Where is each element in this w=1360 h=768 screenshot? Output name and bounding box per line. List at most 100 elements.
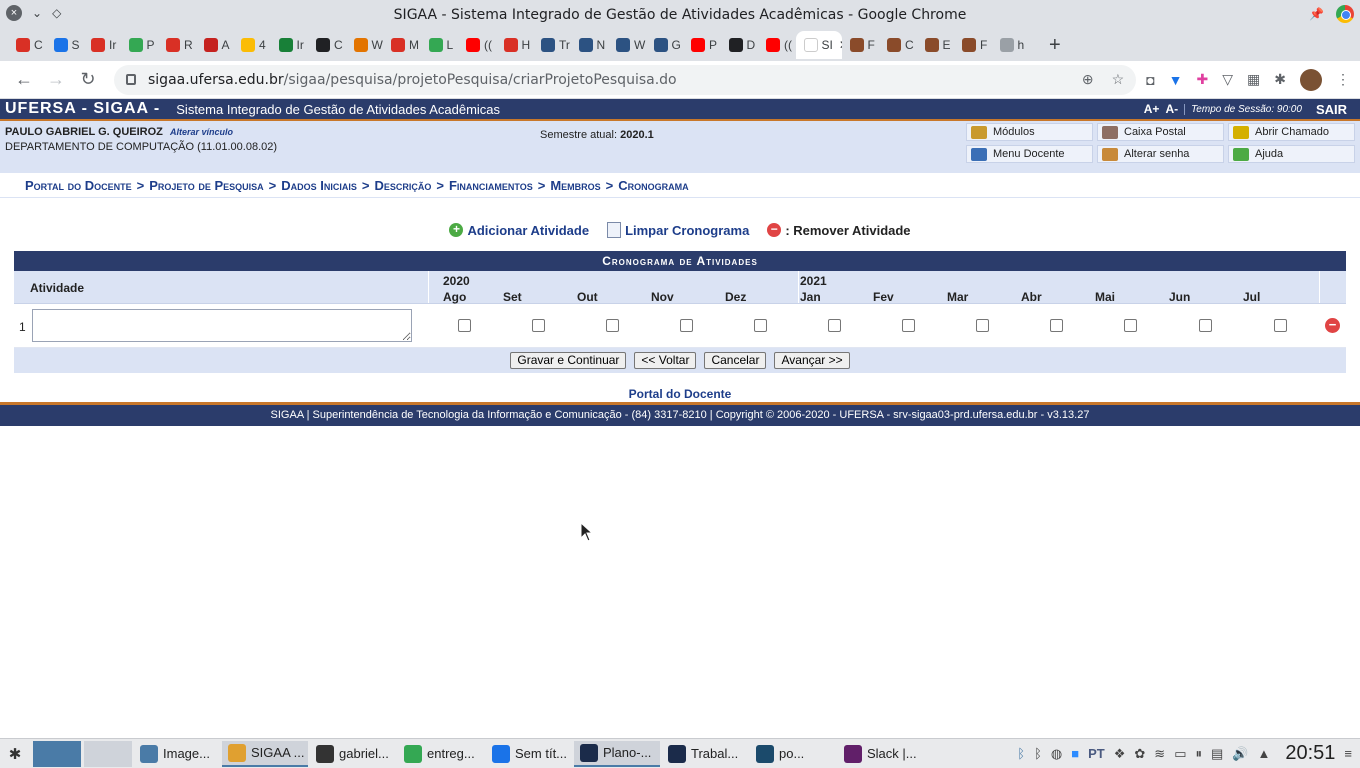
browser-tab[interactable]: W	[608, 31, 646, 59]
clock[interactable]: 20:51	[1285, 742, 1335, 765]
breadcrumb-item[interactable]: Projeto de Pesquisa	[149, 178, 263, 193]
month-checkbox[interactable]	[1050, 319, 1063, 332]
new-tab-icon[interactable]: +	[1049, 34, 1061, 57]
browser-tab[interactable]: Ir	[83, 31, 121, 59]
bluetooth-secondary-icon[interactable]: ᛒ	[1034, 746, 1042, 761]
taskbar-task[interactable]: Sem tít...	[486, 741, 572, 767]
browser-tab[interactable]: Tr	[533, 31, 571, 59]
back-button[interactable]: << Voltar	[634, 352, 697, 369]
browser-tab[interactable]: R	[158, 31, 196, 59]
browser-tab[interactable]: H	[496, 31, 534, 59]
taskbar-task[interactable]: Trabal...	[662, 741, 748, 767]
taskbar-task[interactable]: Plano-...	[574, 740, 660, 767]
browser-tab[interactable]: P	[121, 31, 159, 59]
forward-arrow-icon[interactable]: →	[42, 69, 70, 90]
add-activity-button[interactable]: + Adicionar Atividade	[449, 222, 589, 238]
browser-tab[interactable]: C	[8, 31, 46, 59]
month-checkbox[interactable]	[458, 319, 471, 332]
extension-blue-icon[interactable]: ▼	[1169, 72, 1183, 88]
browser-tab[interactable]: C	[879, 31, 917, 59]
update-icon[interactable]: ◍	[1051, 746, 1062, 762]
browser-tab[interactable]: F	[842, 31, 880, 59]
extensions-puzzle-icon[interactable]: ✱	[1274, 71, 1286, 88]
taskbar-task[interactable]: po...	[750, 741, 836, 767]
chrome-menu-icon[interactable]: ⋮	[1336, 71, 1350, 88]
month-checkbox[interactable]	[902, 319, 915, 332]
month-checkbox[interactable]	[1274, 319, 1287, 332]
media-pause-icon[interactable]: ⏸	[1195, 746, 1202, 762]
browser-tab[interactable]: L	[421, 31, 459, 59]
shortcut-user-key[interactable]: Alterar senha	[1097, 145, 1224, 163]
browser-tab[interactable]: ((	[758, 31, 796, 59]
month-checkbox[interactable]	[1124, 319, 1137, 332]
month-checkbox[interactable]	[606, 319, 619, 332]
month-checkbox[interactable]	[532, 319, 545, 332]
breadcrumb-item[interactable]: Financiamentos	[449, 178, 533, 193]
browser-tab[interactable]: Ir	[271, 31, 309, 59]
month-checkbox[interactable]	[976, 319, 989, 332]
clipboard-icon[interactable]: ▤	[1211, 746, 1223, 762]
settings-icon[interactable]: ✿	[1134, 746, 1145, 762]
address-bar[interactable]: sigaa.ufersa.edu.br/sigaa/pesquisa/proje…	[114, 64, 1137, 95]
browser-tab[interactable]: M	[383, 31, 421, 59]
zoom-app-icon[interactable]: ■	[1071, 746, 1079, 761]
browser-tab[interactable]: P	[683, 31, 721, 59]
taskbar-task[interactable]: gabriel...	[310, 741, 396, 767]
extension-v-icon[interactable]: ▽	[1222, 71, 1233, 88]
extension-pink-icon[interactable]: ✚	[1197, 71, 1209, 88]
logout-button[interactable]: SAIR	[1316, 102, 1347, 117]
browser-tab[interactable]: E	[917, 31, 955, 59]
browser-tab[interactable]: A	[196, 31, 234, 59]
shortcut-ticket[interactable]: Abrir Chamado	[1228, 123, 1355, 141]
url-text[interactable]: sigaa.ufersa.edu.br/sigaa/pesquisa/proje…	[148, 72, 677, 88]
back-arrow-icon[interactable]: ←	[10, 69, 38, 90]
bookmark-star-icon[interactable]: ☆	[1112, 71, 1125, 88]
clear-schedule-button[interactable]: Limpar Cronograma	[607, 222, 749, 238]
browser-tab[interactable]: F	[954, 31, 992, 59]
zoom-icon[interactable]: ⊕	[1082, 71, 1094, 88]
reload-icon[interactable]: ↻	[74, 69, 102, 90]
apps-grid-icon[interactable]: ▦	[1247, 71, 1260, 88]
remove-row-icon[interactable]: −	[1325, 318, 1340, 333]
portal-docente-link[interactable]: Portal do Docente	[0, 387, 1360, 401]
shortcut-mailbox[interactable]: Caixa Postal	[1097, 123, 1224, 141]
change-link-link[interactable]: Alterar vínculo	[170, 127, 233, 137]
pin-icon[interactable]: 📌	[1309, 7, 1324, 21]
pocket-icon[interactable]: ◘	[1146, 72, 1154, 88]
font-decrease-button[interactable]: A-	[1165, 102, 1178, 116]
dropbox-icon[interactable]: ❖	[1114, 746, 1126, 762]
shortcut-menu[interactable]: Menu Docente	[966, 145, 1093, 163]
shortcut-modules[interactable]: Módulos	[966, 123, 1093, 141]
volume-icon[interactable]: 🔊	[1232, 746, 1248, 762]
wifi-icon[interactable]: ≋	[1154, 746, 1165, 762]
browser-tab[interactable]: S	[46, 31, 84, 59]
tray-expand-icon[interactable]: ▲	[1257, 746, 1270, 761]
taskbar-task[interactable]: Image...	[134, 741, 220, 767]
desktop-pager-2[interactable]	[84, 740, 132, 767]
browser-tab[interactable]: C	[308, 31, 346, 59]
breadcrumb-item[interactable]: Portal do Docente	[25, 178, 132, 193]
save-continue-button[interactable]: Gravar e Continuar	[510, 352, 627, 369]
month-checkbox[interactable]	[754, 319, 767, 332]
lock-icon[interactable]	[126, 74, 136, 85]
bluetooth-icon[interactable]: ᛒ	[1017, 746, 1025, 761]
start-menu-icon[interactable]: ✱	[0, 745, 30, 763]
profile-avatar[interactable]	[1300, 68, 1322, 91]
sigaa-brand[interactable]: UFERSA - SIGAA -	[5, 100, 160, 118]
month-checkbox[interactable]	[828, 319, 841, 332]
activity-textarea[interactable]	[32, 309, 412, 342]
battery-icon[interactable]: ▭	[1174, 746, 1186, 762]
next-button[interactable]: Avançar >>	[774, 352, 850, 369]
browser-tab[interactable]: W	[346, 31, 384, 59]
month-checkbox[interactable]	[680, 319, 693, 332]
taskbar-menu-icon[interactable]: ≡	[1344, 746, 1352, 761]
breadcrumb-item[interactable]: Membros	[550, 178, 600, 193]
taskbar-task[interactable]: entreg...	[398, 741, 484, 767]
month-checkbox[interactable]	[1199, 319, 1212, 332]
browser-tab[interactable]: 4	[233, 31, 271, 59]
browser-tab[interactable]: G	[646, 31, 684, 59]
breadcrumb-item[interactable]: Dados Iniciais	[281, 178, 357, 193]
browser-tab[interactable]: h	[992, 31, 1030, 59]
browser-tab[interactable]: SI✕	[795, 31, 842, 59]
language-indicator[interactable]: PT	[1088, 746, 1105, 761]
